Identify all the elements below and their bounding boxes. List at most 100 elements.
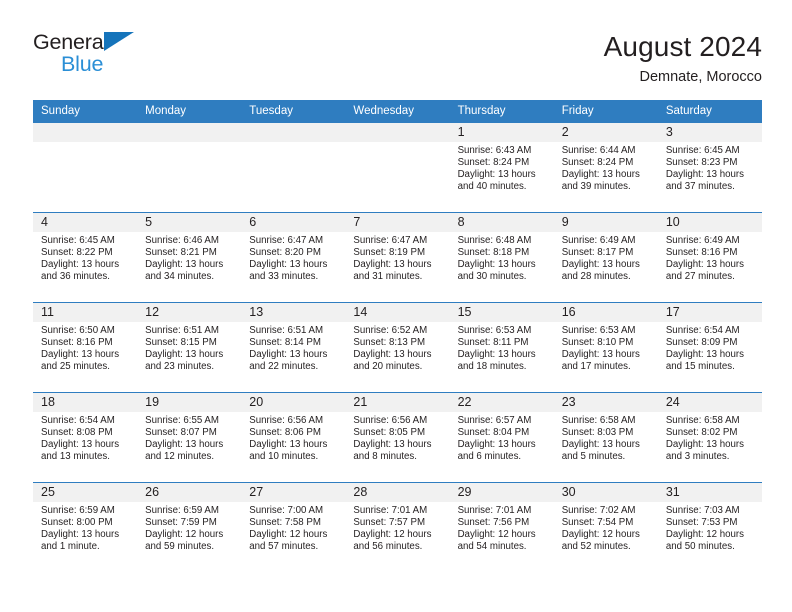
calendar-day-cell[interactable]: 12 Sunrise: 6:51 AM Sunset: 8:15 PM Dayligh… — [137, 302, 242, 393]
daylight-text-line1: Daylight: 13 hours — [665, 259, 744, 271]
calendar-day-cell[interactable]: 9 Sunrise: 6:49 AM Sunset: 8:17 PM Daylight… — [553, 212, 658, 303]
day-number: 19 — [137, 393, 242, 412]
weekday-header-wednesday: Wednesday — [345, 100, 450, 123]
calendar-day-cell[interactable]: 2 Sunrise: 6:44 AM Sunset: 8:24 PM Daylight… — [553, 122, 658, 213]
calendar-day-cell[interactable]: 10 Sunrise: 6:49 AM Sunset: 8:16 PM Dayligh… — [657, 212, 762, 303]
calendar-page: General Blue August 2024 Demnate, Morocc… — [0, 0, 792, 612]
day-number: 9 — [553, 213, 658, 232]
daylight-text-line1: Daylight: 13 hours — [249, 259, 328, 271]
calendar-day-cell[interactable]: 28 Sunrise: 7:01 AM Sunset: 7:57 PM Dayligh… — [345, 482, 450, 573]
calendar-day-cell[interactable]: 30 Sunrise: 7:02 AM Sunset: 7:54 PM Dayligh… — [553, 482, 658, 573]
day-number: 29 — [449, 483, 554, 502]
calendar-day-cell[interactable]: 6 Sunrise: 6:47 AM Sunset: 8:20 PM Daylight… — [241, 212, 346, 303]
sunrise-text: Sunrise: 6:43 AM — [457, 145, 532, 156]
day-number: 28 — [345, 483, 450, 502]
daylight-text-line1: Daylight: 13 hours — [145, 439, 224, 451]
sunset-text: Sunset: 8:18 PM — [457, 247, 530, 259]
sunrise-text: Sunrise: 7:01 AM — [457, 505, 532, 516]
sunset-text: Sunset: 8:04 PM — [457, 427, 530, 439]
sunrise-text: Sunrise: 6:52 AM — [353, 325, 428, 336]
calendar-day-cell[interactable]: 11 Sunrise: 6:50 AM Sunset: 8:16 PM Dayligh… — [33, 302, 138, 393]
calendar-day-cell[interactable]: 15 Sunrise: 6:53 AM Sunset: 8:11 PM Dayligh… — [449, 302, 554, 393]
calendar-day-cell[interactable]: 17 Sunrise: 6:54 AM Sunset: 8:09 PM Dayligh… — [657, 302, 762, 393]
day-number: 30 — [553, 483, 658, 502]
daylight-text-line1: Daylight: 12 hours — [249, 529, 328, 541]
sunset-text: Sunset: 8:23 PM — [665, 157, 738, 169]
calendar-day-cell[interactable]: 13 Sunrise: 6:51 AM Sunset: 8:14 PM Dayligh… — [241, 302, 346, 393]
sunrise-text: Sunrise: 6:59 AM — [145, 505, 219, 516]
day-details: Sunrise: 7:01 AM Sunset: 7:57 PM Daylight:… — [345, 502, 449, 553]
daylight-text-line1: Daylight: 13 hours — [561, 439, 640, 451]
daylight-text-line2: and 31 minutes. — [353, 271, 423, 283]
sunrise-text: Sunrise: 6:48 AM — [457, 235, 532, 246]
calendar-day-cell[interactable]: 1 Sunrise: 6:43 AM Sunset: 8:24 PM Daylight… — [449, 122, 554, 213]
daylight-text-line2: and 12 minutes. — [145, 451, 215, 463]
calendar-header-row: Sunday Monday Tuesday Wednesday Thursday… — [33, 100, 762, 123]
calendar-day-cell[interactable]: 29 Sunrise: 7:01 AM Sunset: 7:56 PM Dayligh… — [449, 482, 554, 573]
daylight-text-line2: and 59 minutes. — [145, 541, 215, 553]
calendar-week-row: 18 Sunrise: 6:54 AM Sunset: 8:08 PM Dayligh… — [33, 392, 762, 483]
calendar-body: 1 Sunrise: 6:43 AM Sunset: 8:24 PM Daylight… — [33, 122, 762, 573]
daylight-text-line1: Daylight: 13 hours — [665, 169, 744, 181]
day-number: 13 — [241, 303, 346, 322]
day-number: 14 — [345, 303, 450, 322]
calendar-day-cell[interactable]: 5 Sunrise: 6:46 AM Sunset: 8:21 PM Daylight… — [137, 212, 242, 303]
sunset-text: Sunset: 8:24 PM — [457, 157, 530, 169]
daylight-text-line1: Daylight: 13 hours — [457, 349, 536, 361]
daylight-text-line2: and 5 minutes. — [561, 451, 626, 463]
daylight-text-line2: and 18 minutes. — [457, 361, 527, 373]
calendar-day-cell[interactable]: 22 Sunrise: 6:57 AM Sunset: 8:04 PM Dayligh… — [449, 392, 554, 483]
sunrise-text: Sunrise: 6:50 AM — [41, 325, 115, 336]
calendar-day-cell[interactable]: 19 Sunrise: 6:55 AM Sunset: 8:07 PM Dayligh… — [137, 392, 242, 483]
calendar-day-cell[interactable]: 23 Sunrise: 6:58 AM Sunset: 8:03 PM Dayligh… — [553, 392, 658, 483]
day-details: Sunrise: 6:51 AM Sunset: 8:15 PM Daylight:… — [137, 322, 241, 373]
calendar-day-cell[interactable]: 18 Sunrise: 6:54 AM Sunset: 8:08 PM Dayligh… — [33, 392, 138, 483]
sunset-text: Sunset: 7:54 PM — [561, 517, 634, 529]
sunset-text: Sunset: 7:53 PM — [665, 517, 738, 529]
calendar-day-cell[interactable]: 16 Sunrise: 6:53 AM Sunset: 8:10 PM Dayligh… — [553, 302, 658, 393]
day-details: Sunrise: 6:47 AM Sunset: 8:19 PM Daylight:… — [345, 232, 449, 283]
calendar-week-row: 25 Sunrise: 6:59 AM Sunset: 8:00 PM Dayligh… — [33, 482, 762, 573]
day-number: 20 — [241, 393, 346, 412]
calendar-day-cell[interactable]: 31 Sunrise: 7:03 AM Sunset: 7:53 PM Dayligh… — [657, 482, 762, 573]
sunset-text: Sunset: 8:21 PM — [145, 247, 217, 259]
day-number: 21 — [345, 393, 450, 412]
brand-logo[interactable]: General Blue — [33, 28, 153, 80]
daylight-text-line2: and 10 minutes. — [249, 451, 319, 463]
calendar-week-row: 11 Sunrise: 6:50 AM Sunset: 8:16 PM Dayligh… — [33, 302, 762, 393]
day-details: Sunrise: 6:44 AM Sunset: 8:24 PM Daylight:… — [554, 142, 658, 193]
daylight-text-line2: and 3 minutes. — [665, 451, 730, 463]
daylight-text-line1: Daylight: 13 hours — [145, 259, 224, 271]
daylight-text-line2: and 52 minutes. — [561, 541, 631, 553]
calendar-day-cell[interactable]: 26 Sunrise: 6:59 AM Sunset: 7:59 PM Dayligh… — [137, 482, 242, 573]
calendar-day-cell[interactable]: 27 Sunrise: 7:00 AM Sunset: 7:58 PM Dayligh… — [241, 482, 346, 573]
calendar-day-cell[interactable]: 20 Sunrise: 6:56 AM Sunset: 8:06 PM Dayligh… — [241, 392, 346, 483]
daylight-text-line1: Daylight: 12 hours — [145, 529, 224, 541]
day-details: Sunrise: 6:56 AM Sunset: 8:05 PM Daylight:… — [345, 412, 449, 463]
sunset-text: Sunset: 8:13 PM — [353, 337, 426, 349]
calendar-day-cell[interactable]: 25 Sunrise: 6:59 AM Sunset: 8:00 PM Dayligh… — [33, 482, 138, 573]
day-details: Sunrise: 7:03 AM Sunset: 7:53 PM Daylight:… — [658, 502, 762, 553]
sunrise-text: Sunrise: 6:46 AM — [145, 235, 219, 246]
day-number: 5 — [137, 213, 242, 232]
sunrise-text: Sunrise: 6:49 AM — [561, 235, 636, 246]
sunrise-text: Sunrise: 7:01 AM — [353, 505, 428, 516]
day-details: Sunrise: 6:54 AM Sunset: 8:09 PM Daylight:… — [658, 322, 762, 373]
calendar-day-cell[interactable]: 4 Sunrise: 6:45 AM Sunset: 8:22 PM Daylight… — [33, 212, 138, 303]
day-number: 10 — [657, 213, 762, 232]
sunset-text: Sunset: 8:14 PM — [249, 337, 321, 349]
calendar-day-cell[interactable]: 21 Sunrise: 6:56 AM Sunset: 8:05 PM Dayligh… — [345, 392, 450, 483]
daylight-text-line1: Daylight: 13 hours — [41, 439, 120, 451]
sunset-text: Sunset: 8:16 PM — [665, 247, 738, 259]
daylight-text-line1: Daylight: 13 hours — [353, 439, 432, 451]
calendar-day-cell[interactable]: 8 Sunrise: 6:48 AM Sunset: 8:18 PM Daylight… — [449, 212, 554, 303]
calendar-day-cell[interactable]: 7 Sunrise: 6:47 AM Sunset: 8:19 PM Daylight… — [345, 212, 450, 303]
day-details: Sunrise: 6:54 AM Sunset: 8:08 PM Daylight:… — [33, 412, 137, 463]
sunrise-text: Sunrise: 6:45 AM — [41, 235, 115, 246]
calendar-day-cell[interactable]: 14 Sunrise: 6:52 AM Sunset: 8:13 PM Dayligh… — [345, 302, 450, 393]
calendar-day-cell[interactable]: 3 Sunrise: 6:45 AM Sunset: 8:23 PM Daylight… — [657, 122, 762, 213]
day-number: 16 — [553, 303, 658, 322]
calendar-day-cell[interactable]: 24 Sunrise: 6:58 AM Sunset: 8:02 PM Dayligh… — [657, 392, 762, 483]
daylight-text-line2: and 37 minutes. — [665, 181, 735, 193]
sunset-text: Sunset: 7:59 PM — [145, 517, 217, 529]
